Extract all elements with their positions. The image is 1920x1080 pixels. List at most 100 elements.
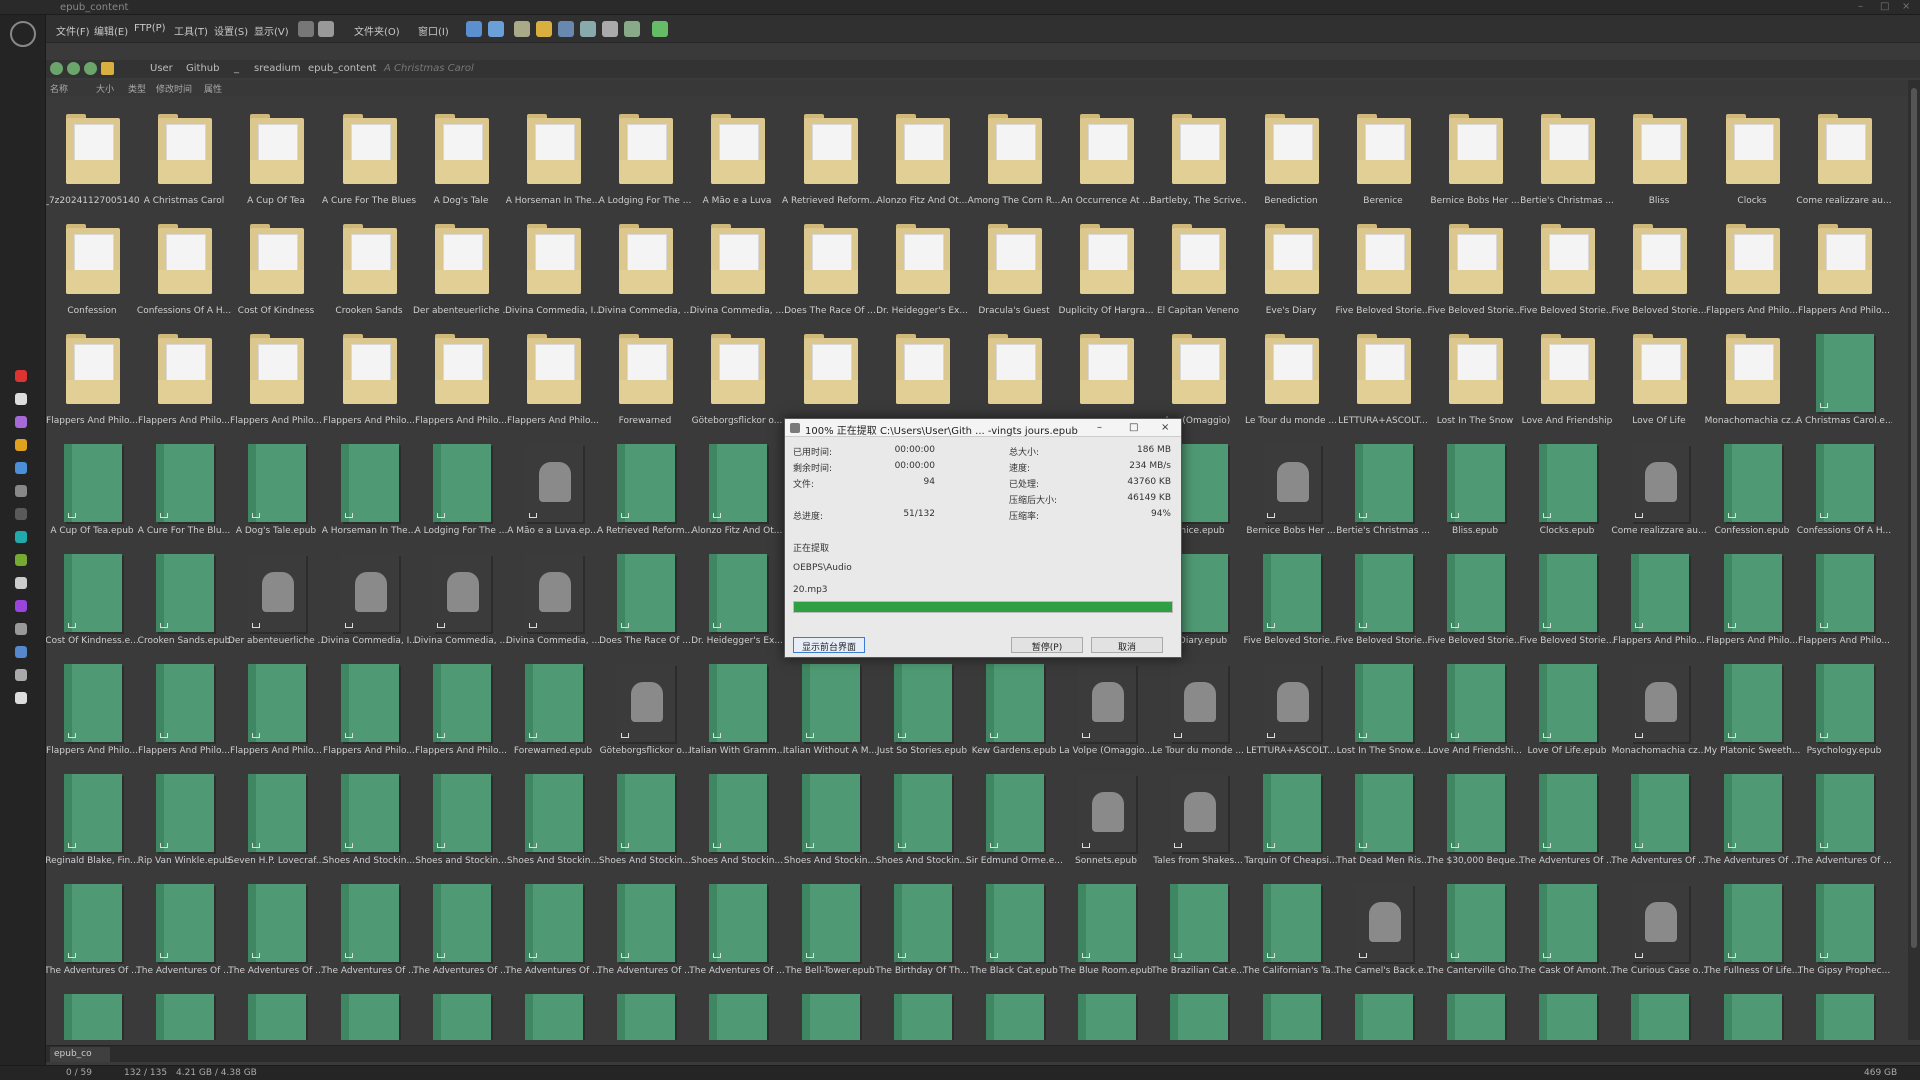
epub-file-item[interactable]: Monachomachia cz... — [1612, 650, 1706, 760]
folder-item[interactable]: Divina Commedia, ... — [598, 210, 692, 320]
epub-file-item[interactable]: Cost Of Kindness.e... — [46, 540, 139, 650]
epub-file-item[interactable]: Reginald Blake, Fin... — [46, 760, 139, 870]
folder-item[interactable]: El Capitan Veneno — [1152, 210, 1244, 320]
epub-file-item[interactable]: The $30,000 Beque... — [1427, 760, 1523, 870]
folder-item[interactable] — [876, 320, 968, 430]
epub-file-item[interactable]: Shoes and Stockin... — [415, 760, 507, 870]
epub-file-item[interactable]: A Christmas Carol.e... — [1796, 320, 1892, 430]
dock-app-icon[interactable] — [15, 439, 27, 451]
epub-file-item[interactable] — [1060, 980, 1152, 1040]
folder-item[interactable]: Flappers And Philo... — [46, 320, 138, 430]
address-bar[interactable]: User Github _ sreadium epub_content A Ch… — [46, 60, 1920, 78]
folder-item[interactable]: Duplicity Of Hargra... — [1059, 210, 1153, 320]
epub-file-item[interactable]: Flappers And Philo... — [1798, 540, 1890, 650]
dock-app-icon[interactable] — [15, 485, 27, 497]
forward-icon[interactable] — [67, 62, 80, 75]
epub-file-item[interactable] — [415, 980, 507, 1040]
breadcrumb-item[interactable]: _ — [234, 63, 239, 74]
column-modified[interactable]: 修改时间 — [156, 82, 192, 95]
epub-file-item[interactable] — [1521, 980, 1613, 1040]
epub-file-item[interactable]: Alonzo Fitz And Ot... — [691, 430, 783, 540]
folder-item[interactable] — [1060, 320, 1152, 430]
folder-item[interactable]: Confession — [46, 210, 138, 320]
epub-file-item[interactable]: Italian Without A M... — [783, 650, 877, 760]
folder-item[interactable]: Berenice — [1337, 100, 1429, 210]
epub-file-item[interactable]: Italian With Gramm... — [689, 650, 785, 760]
folder-item[interactable]: A Horseman In The... — [506, 100, 600, 210]
epub-file-item[interactable]: Crooken Sands.epub — [138, 540, 230, 650]
epub-file-item[interactable]: The Adventures Of ... — [228, 870, 324, 980]
folder-item[interactable]: Der abenteuerliche ... — [413, 210, 509, 320]
dock-shield-icon[interactable] — [15, 370, 27, 382]
dock-app-icon[interactable] — [15, 508, 27, 520]
menu-ftp[interactable]: FTP(P) — [134, 23, 166, 34]
folder-item[interactable]: Alonzo Fitz And Ot... — [876, 100, 968, 210]
epub-file-item[interactable]: Der abenteuerliche ... — [228, 540, 324, 650]
epub-file-item[interactable] — [323, 980, 415, 1040]
folder-item[interactable]: A Retrieved Reform... — [782, 100, 878, 210]
folder-item[interactable]: Dracula's Guest — [968, 210, 1060, 320]
epub-file-item[interactable]: Rip Van Winkle.epub — [138, 760, 230, 870]
folder-item[interactable]: Lost In The Snow — [1429, 320, 1521, 430]
folder-item[interactable]: Flappers And Philo... — [415, 320, 507, 430]
epub-file-item[interactable]: Shoes And Stockin... — [599, 760, 691, 870]
view-grid-icon[interactable] — [318, 21, 334, 37]
epub-file-item[interactable]: Flappers And Philo... — [415, 650, 507, 760]
epub-file-item[interactable] — [230, 980, 322, 1040]
folder-icon[interactable] — [101, 62, 114, 75]
epub-file-item[interactable]: Shoes And Stockin... — [323, 760, 415, 870]
folder-item[interactable]: Five Beloved Storie... — [1336, 210, 1430, 320]
epub-file-item[interactable]: Sir Edmund Orme.e... — [966, 760, 1062, 870]
folder-item[interactable]: Five Beloved Storie... — [1612, 210, 1706, 320]
epub-file-item[interactable]: Shoes And Stockin... — [876, 760, 968, 870]
epub-file-item[interactable]: The Adventures Of ... — [1704, 760, 1800, 870]
dock-app-icon[interactable] — [15, 623, 27, 635]
epub-file-item[interactable] — [1337, 980, 1429, 1040]
folder-item[interactable]: Five Beloved Storie... — [1520, 210, 1614, 320]
folder-item[interactable]: Come realizzare au... — [1796, 100, 1892, 210]
folder-item[interactable]: Among The Corn R... — [968, 100, 1060, 210]
scrollbar-thumb[interactable] — [1911, 88, 1917, 948]
epub-file-item[interactable] — [1798, 980, 1890, 1040]
dock-app-icon[interactable] — [15, 416, 27, 428]
toolbar-icon[interactable] — [466, 21, 482, 37]
folder-item[interactable]: A Mão e a Luva — [691, 100, 783, 210]
folder-item[interactable]: Benediction — [1245, 100, 1337, 210]
epub-file-item[interactable]: Shoes And Stockin... — [507, 760, 599, 870]
dock-app-icon[interactable] — [15, 600, 27, 612]
breadcrumb-item[interactable]: A Christmas Carol — [384, 63, 474, 74]
epub-file-item[interactable] — [138, 980, 230, 1040]
epub-file-item[interactable]: Divina Commedia, I... — [321, 540, 417, 650]
menu-window[interactable]: 窗口(I) — [418, 23, 449, 38]
epub-file-item[interactable]: Divina Commedia, ... — [506, 540, 600, 650]
folder-item[interactable]: An Occurrence At ... — [1060, 100, 1152, 210]
folder-item[interactable]: Eve's Diary — [1245, 210, 1337, 320]
epub-file-item[interactable]: A Horseman In The... — [322, 430, 416, 540]
foreground-button[interactable]: 显示前台界面 — [793, 637, 865, 653]
breadcrumb-item[interactable]: Github — [186, 63, 219, 74]
epub-file-item[interactable]: Le Tour du monde ... — [1152, 650, 1244, 760]
folder-item[interactable]: Does The Race Of ... — [784, 210, 876, 320]
epub-file-item[interactable]: Five Beloved Storie... — [1244, 540, 1338, 650]
epub-file-item[interactable]: Flappers And Philo... — [323, 650, 415, 760]
epub-file-item[interactable]: Flappers And Philo... — [138, 650, 230, 760]
epub-file-item[interactable]: The Adventures Of ... — [597, 870, 693, 980]
folder-item[interactable]: Crooken Sands — [323, 210, 415, 320]
epub-file-item[interactable]: That Dead Men Ris... — [1336, 760, 1430, 870]
dialog-minimize-icon[interactable]: – — [1097, 422, 1102, 433]
epub-file-item[interactable]: Just So Stories.epub — [876, 650, 968, 760]
epub-file-item[interactable]: LETTURA+ASCOLT... — [1245, 650, 1337, 760]
column-name[interactable]: 名称 — [50, 82, 68, 95]
folder-item[interactable]: Flappers And Philo... — [507, 320, 599, 430]
folder-item[interactable]: A Cup Of Tea — [230, 100, 322, 210]
epub-file-item[interactable]: Tales from Shakes... — [1152, 760, 1244, 870]
menu-file[interactable]: 文件(F) — [56, 23, 90, 38]
epub-file-item[interactable]: The Adventures Of ... — [689, 870, 785, 980]
toolbar-icon[interactable] — [536, 21, 552, 37]
epub-file-item[interactable] — [46, 980, 138, 1040]
cancel-button[interactable]: 取消 — [1091, 637, 1163, 653]
epub-file-item[interactable]: Tarquin Of Cheapsi... — [1244, 760, 1338, 870]
toolbar-icon[interactable] — [488, 21, 504, 37]
menu-view[interactable]: 显示(V) — [254, 23, 289, 38]
folder-item[interactable]: Bartleby, The Scrive... — [1150, 100, 1246, 210]
